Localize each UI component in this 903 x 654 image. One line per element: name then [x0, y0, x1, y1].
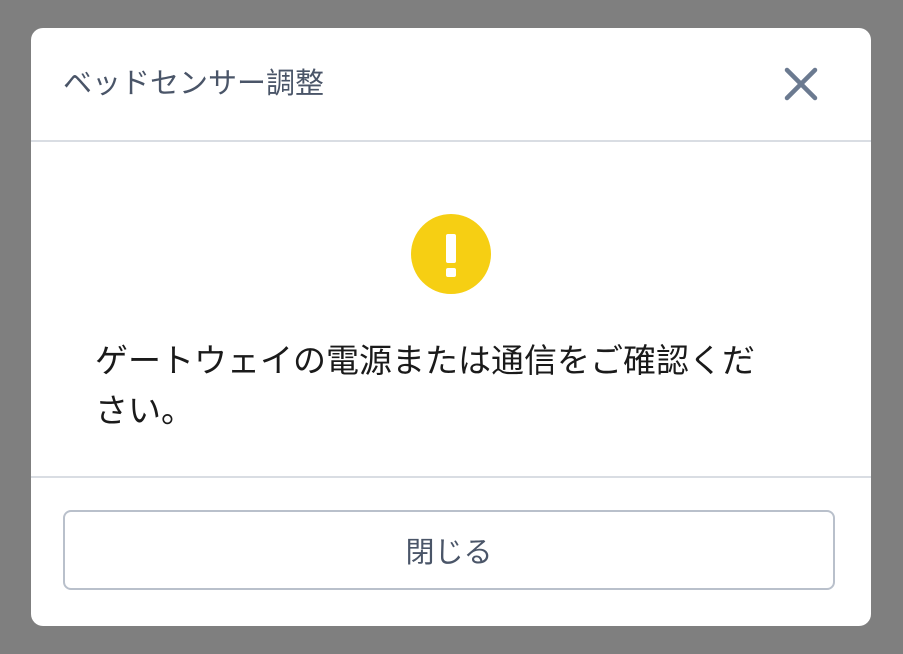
close-icon-graphic [784, 67, 818, 101]
modal-overlay: ベッドセンサー調整 ゲートウェイの電源または通信をご確認ください。 閉じる [0, 0, 903, 654]
dialog-header: ベッドセンサー調整 [31, 28, 871, 142]
exclamation-circle-icon [411, 214, 491, 294]
dialog-body: ゲートウェイの電源または通信をご確認ください。 [31, 142, 871, 476]
alert-message: ゲートウェイの電源または通信をご確認ください。 [95, 341, 755, 430]
alert-dialog: ベッドセンサー調整 ゲートウェイの電源または通信をご確認ください。 閉じる [31, 28, 871, 626]
dialog-title: ベッドセンサー調整 [63, 66, 325, 100]
dialog-footer: 閉じる [31, 476, 871, 626]
close-button[interactable]: 閉じる [63, 510, 835, 590]
close-icon[interactable] [779, 62, 823, 106]
